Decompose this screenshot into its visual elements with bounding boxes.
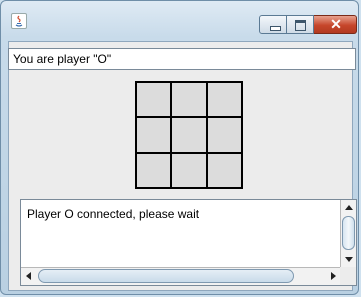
game-board: [135, 81, 243, 189]
arrow-down-icon: [345, 257, 353, 262]
maximize-icon: [295, 20, 306, 31]
minimize-button[interactable]: [259, 15, 287, 34]
horizontal-scroll-thumb[interactable]: [38, 269, 294, 283]
arrow-left-icon: [26, 272, 31, 280]
board-cell-3[interactable]: [206, 82, 242, 118]
scroll-right-button[interactable]: [325, 268, 341, 285]
board-cell-1[interactable]: [136, 82, 172, 118]
board-cell-4[interactable]: [136, 117, 172, 153]
board-cell-6[interactable]: [206, 117, 242, 153]
message-text-area[interactable]: Player O connected, please wait: [20, 199, 357, 286]
minimize-icon: [270, 26, 281, 31]
board-cell-2[interactable]: [171, 82, 207, 118]
board-cell-8[interactable]: [171, 152, 207, 188]
title-bar[interactable]: ✕: [1, 1, 358, 41]
arrow-right-icon: [331, 272, 336, 280]
scrollbar-corner: [340, 267, 356, 285]
status-field: You are player "O": [8, 48, 356, 70]
close-button[interactable]: ✕: [314, 15, 357, 34]
board-cell-9[interactable]: [206, 152, 242, 188]
scroll-up-button[interactable]: [341, 200, 356, 216]
board-cell-5[interactable]: [171, 117, 207, 153]
vertical-scrollbar[interactable]: [340, 200, 356, 268]
board-cell-7[interactable]: [136, 152, 172, 188]
java-icon[interactable]: [11, 13, 27, 29]
scroll-left-button[interactable]: [21, 268, 37, 285]
message-text: Player O connected, please wait: [27, 207, 200, 221]
maximize-button[interactable]: [287, 15, 314, 34]
vertical-scroll-thumb[interactable]: [342, 216, 355, 250]
close-icon: ✕: [330, 16, 342, 32]
horizontal-scrollbar[interactable]: [21, 267, 341, 285]
scroll-down-button[interactable]: [341, 252, 356, 268]
arrow-up-icon: [345, 205, 353, 210]
